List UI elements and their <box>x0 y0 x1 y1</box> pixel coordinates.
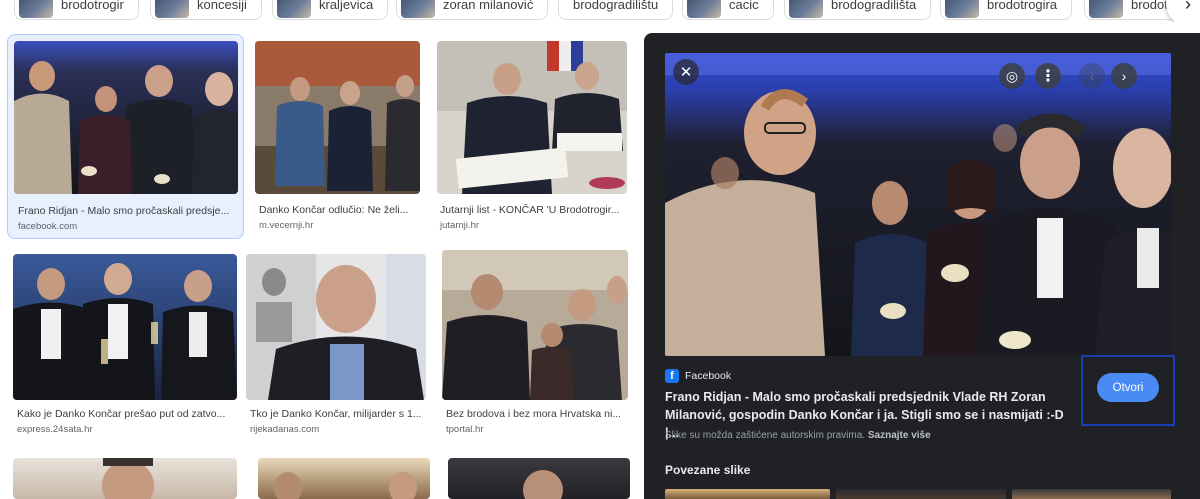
result-card-rijekadanas[interactable]: Tko je Danko Končar, milijarder s 1... r… <box>240 248 435 442</box>
more-vert-icon: ⋮ <box>1040 68 1056 85</box>
result-card-facebook[interactable]: Frano Ridjan - Malo smo pročaskali preds… <box>7 34 244 239</box>
result-image <box>102 458 154 499</box>
preview-source[interactable]: f Facebook <box>665 369 731 383</box>
related-thumbnail[interactable] <box>836 489 1006 499</box>
result-source: rijekadanas.com <box>250 424 320 435</box>
chip-label: koncesiji <box>197 0 247 12</box>
lens-icon: ◎ <box>1005 67 1019 84</box>
result-card-row3-3[interactable] <box>440 454 634 499</box>
result-thumbnail[interactable] <box>258 458 430 499</box>
result-title[interactable]: Danko Končar odlučio: Ne želi... <box>259 204 424 216</box>
chip-label: brodogradilištu <box>573 0 659 12</box>
chip-thumbnail <box>401 0 435 18</box>
preview-image[interactable]: ✕ ◎ ⋮ ‹ › <box>665 53 1171 356</box>
result-title[interactable]: Bez brodova i bez mora Hrvatska ni... <box>446 408 631 420</box>
previous-button[interactable]: ‹ <box>1079 63 1105 89</box>
result-title[interactable]: Kako je Danko Končar prešao put od zatvo… <box>17 408 237 420</box>
result-card-jutarnji[interactable]: Jutarnji list - KONČAR 'U Brodotrogir...… <box>432 34 632 239</box>
result-image <box>274 472 417 499</box>
related-search-chips: brodotrogir koncesiji kraljevica zoran m… <box>0 0 1200 22</box>
related-thumbnail[interactable] <box>665 489 830 499</box>
chip-thumbnail <box>155 0 189 18</box>
chip-kraljevica[interactable]: kraljevica <box>272 0 389 20</box>
result-source: m.vecernji.hr <box>259 220 314 231</box>
result-title[interactable]: Frano Ridjan - Malo smo pročaskali preds… <box>18 205 238 217</box>
result-source: express.24sata.hr <box>17 424 93 435</box>
result-title[interactable]: Jutarnji list - KONČAR 'U Brodotrogir... <box>440 204 628 216</box>
chip-thumbnail <box>789 0 823 18</box>
chip-thumbnail <box>19 0 53 18</box>
result-source: jutarnji.hr <box>440 220 480 231</box>
result-image <box>437 41 627 194</box>
result-thumbnail[interactable] <box>246 254 426 400</box>
chevron-left-icon: ‹ <box>1089 68 1095 84</box>
result-thumbnail[interactable] <box>448 458 630 499</box>
chips-next-button[interactable]: › <box>1166 0 1200 22</box>
chip-thumbnail <box>687 0 721 18</box>
result-thumbnail[interactable] <box>14 41 238 194</box>
copyright-text: Slike su možda zaštićene autorskim pravi… <box>665 430 866 441</box>
preview-photo <box>665 53 1171 356</box>
lens-button[interactable]: ◎ <box>999 63 1025 89</box>
result-card-row3-2[interactable] <box>250 454 430 499</box>
chevron-right-icon: › <box>1185 0 1191 14</box>
image-results-grid: Frano Ridjan - Malo smo pročaskali preds… <box>0 22 640 499</box>
result-thumbnail[interactable] <box>437 41 627 194</box>
result-image <box>14 41 238 194</box>
chip-brodogradilista[interactable]: brodogradilišta <box>784 0 932 20</box>
chip-thumbnail <box>1089 0 1123 18</box>
open-button[interactable]: Otvori <box>1097 373 1159 402</box>
result-source: facebook.com <box>18 221 78 232</box>
result-card-row3-1[interactable] <box>7 454 244 499</box>
chip-thumbnail <box>945 0 979 18</box>
chevron-right-icon: › <box>1121 68 1127 84</box>
result-thumbnail[interactable] <box>13 458 237 499</box>
next-button[interactable]: › <box>1111 63 1137 89</box>
result-title[interactable]: Tko je Danko Končar, milijarder s 1... <box>250 408 425 420</box>
chip-brodotrogir[interactable]: brodotrogir <box>14 0 139 20</box>
result-image <box>13 254 237 400</box>
chip-brodotrogira[interactable]: brodotrogira <box>940 0 1073 20</box>
related-thumbnail[interactable] <box>1012 489 1171 499</box>
chip-thumbnail <box>277 0 311 18</box>
result-image <box>246 254 426 400</box>
chip-label: zoran milanović <box>443 0 534 12</box>
chip-label: brodogradilišta <box>831 0 917 12</box>
open-button-focus-ring: Otvori <box>1081 355 1175 426</box>
result-image <box>255 41 420 194</box>
image-preview-panel: ✕ ◎ ⋮ ‹ › f Facebook Frano Ridjan - Malo… <box>644 33 1200 499</box>
close-icon: ✕ <box>679 64 693 81</box>
chip-label: cacic <box>729 0 759 12</box>
result-thumbnail[interactable] <box>442 250 628 400</box>
chip-koncesiji[interactable]: koncesiji <box>150 0 262 20</box>
result-thumbnail[interactable] <box>13 254 237 400</box>
learn-more-link[interactable]: Saznajte više <box>868 430 931 441</box>
result-card-vecernji[interactable]: Danko Končar odlučio: Ne želi... m.vecer… <box>250 34 430 239</box>
related-images-heading: Povezane slike <box>665 463 751 477</box>
copyright-notice: Slike su možda zaštićene autorskim pravi… <box>665 430 931 441</box>
chip-zoran-milanovic[interactable]: zoran milanović <box>396 0 549 20</box>
close-button[interactable]: ✕ <box>673 59 699 85</box>
result-image <box>442 250 628 400</box>
related-images-strip <box>665 489 1171 499</box>
result-image <box>523 470 563 499</box>
chip-label: brodotrogira <box>987 0 1058 12</box>
result-source: tportal.hr <box>446 424 484 435</box>
facebook-icon: f <box>665 369 679 383</box>
chip-label: brodotrogir <box>61 0 124 12</box>
chip-cacic[interactable]: cacic <box>682 0 774 20</box>
preview-source-name: Facebook <box>685 370 732 382</box>
result-thumbnail[interactable] <box>255 41 420 194</box>
chip-label: kraljevica <box>319 0 374 12</box>
chip-brodogradilistu[interactable]: brodogradilištu <box>558 0 674 20</box>
more-options-button[interactable]: ⋮ <box>1035 63 1061 89</box>
result-card-24sata[interactable]: Kako je Danko Končar prešao put od zatvo… <box>7 248 244 442</box>
result-card-tportal[interactable]: Bez brodova i bez mora Hrvatska ni... tp… <box>436 248 634 442</box>
